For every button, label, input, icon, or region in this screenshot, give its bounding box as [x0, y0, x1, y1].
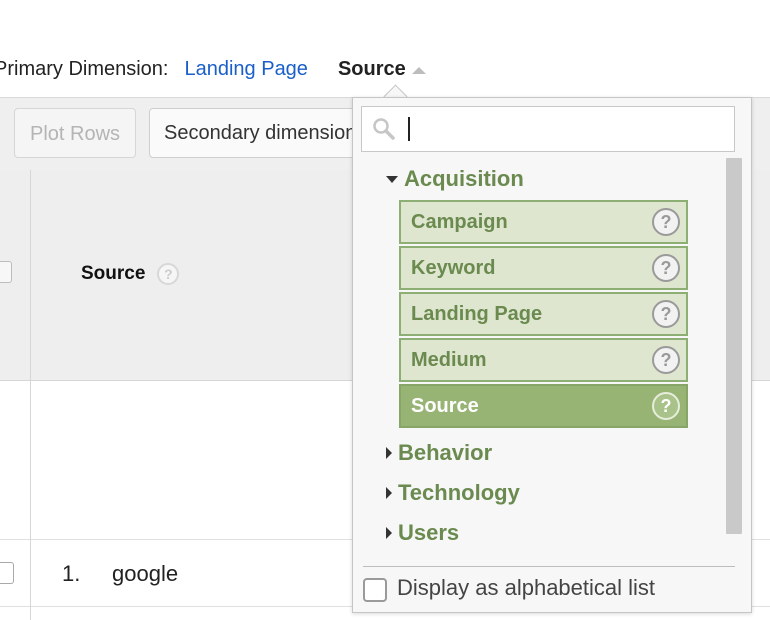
primary-dimension-label: Primary Dimension: — [0, 57, 169, 80]
group-behavior[interactable]: Behavior — [386, 440, 492, 466]
triangle-down-icon — [386, 175, 398, 183]
primary-dimension-bar: Primary Dimension: Landing Page Source — [0, 56, 426, 82]
search-icon — [373, 118, 395, 140]
primary-dimension-source-toggle[interactable]: Source — [338, 58, 426, 81]
column-header-source-label: Source — [81, 263, 146, 284]
text-cursor — [408, 117, 410, 141]
dimension-item-medium[interactable]: Medium ? — [399, 338, 688, 382]
column-divider — [30, 170, 31, 620]
dropdown-divider — [363, 566, 735, 567]
row-checkbox[interactable] — [0, 562, 14, 584]
row-index: 1. — [62, 561, 81, 586]
help-icon[interactable]: ? — [157, 263, 180, 285]
triangle-right-icon — [386, 487, 392, 499]
dropdown-scrollbar-thumb[interactable] — [726, 158, 742, 534]
dimension-item-label: Source — [411, 395, 479, 417]
alphabetical-list-checkbox[interactable] — [363, 578, 387, 602]
help-icon[interactable]: ? — [652, 254, 680, 282]
group-technology[interactable]: Technology — [386, 480, 520, 506]
dimension-item-keyword[interactable]: Keyword ? — [399, 246, 688, 290]
dimension-search-input[interactable] — [406, 113, 726, 147]
primary-dimension-source-label: Source — [337, 57, 406, 80]
group-acquisition[interactable]: Acquisition — [386, 166, 524, 192]
group-acquisition-label: Acquisition — [404, 166, 524, 191]
triangle-right-icon — [386, 447, 392, 459]
group-users-label: Users — [398, 520, 460, 545]
alphabetical-list-label[interactable]: Display as alphabetical list — [397, 575, 655, 601]
dimension-item-campaign[interactable]: Campaign ? — [399, 200, 688, 244]
group-technology-label: Technology — [398, 480, 520, 505]
dimension-item-label: Keyword — [411, 257, 496, 279]
help-icon[interactable]: ? — [652, 300, 680, 328]
plot-rows-button[interactable]: Plot Rows — [14, 108, 136, 158]
caret-up-icon — [411, 66, 426, 74]
dimension-search-box[interactable] — [361, 106, 735, 152]
group-users[interactable]: Users — [386, 520, 459, 546]
dimension-item-landing-page[interactable]: Landing Page ? — [399, 292, 688, 336]
triangle-right-icon — [386, 527, 392, 539]
row-source-value[interactable]: google — [112, 561, 178, 587]
group-behavior-label: Behavior — [398, 440, 493, 465]
help-icon[interactable]: ? — [652, 346, 680, 374]
help-icon[interactable]: ? — [652, 392, 680, 420]
dimension-item-label: Landing Page — [411, 303, 543, 325]
select-all-checkbox[interactable] — [0, 261, 12, 283]
primary-dimension-landing-page-link[interactable]: Landing Page — [184, 58, 307, 81]
help-icon[interactable]: ? — [652, 208, 680, 236]
dimension-picker-dropdown: Acquisition Campaign ? Keyword ? Landing… — [352, 97, 752, 613]
dimension-item-label: Medium — [411, 349, 487, 371]
dimension-item-source[interactable]: Source ? — [399, 384, 688, 428]
dimension-item-label: Campaign — [411, 211, 508, 233]
column-header-source[interactable]: Source ? — [81, 263, 180, 285]
